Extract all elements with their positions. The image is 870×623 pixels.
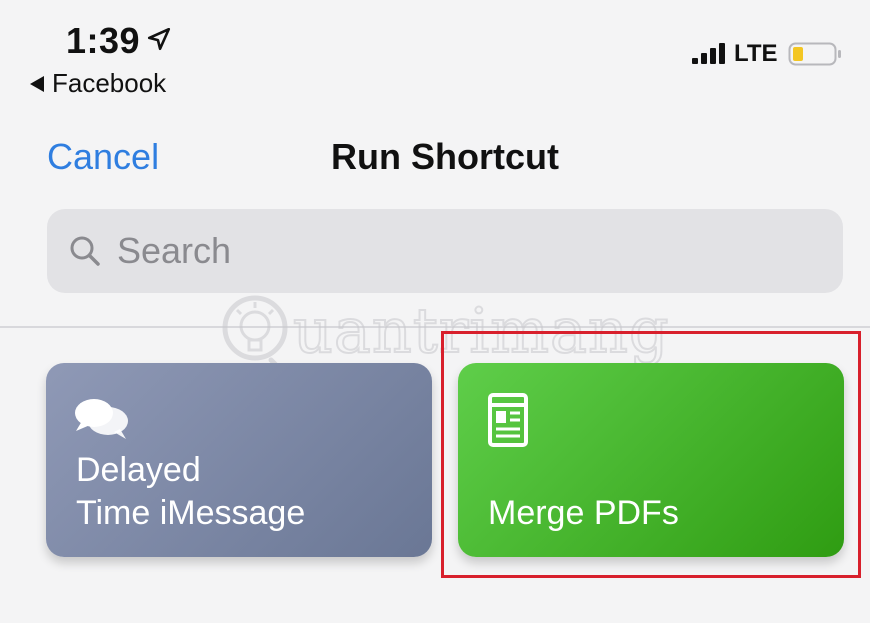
navigation-bar: Cancel Run Shortcut	[0, 120, 870, 196]
shortcut-card-merge-pdfs[interactable]: Merge PDFs	[458, 363, 844, 557]
search-input[interactable]	[117, 230, 767, 272]
shortcut-label-line-2: Time iMessage	[76, 494, 306, 532]
location-arrow-icon	[147, 27, 171, 51]
cellular-signal-icon	[692, 43, 725, 64]
status-time: 1:39	[66, 20, 141, 61]
back-triangle-icon	[30, 75, 44, 92]
page-title: Run Shortcut	[331, 136, 559, 177]
search-bar[interactable]	[47, 209, 843, 293]
network-type: LTE	[734, 40, 778, 67]
shortcut-label: Merge PDFs	[488, 494, 679, 532]
shortcut-card-delayed-imessage[interactable]: Delayed Time iMessage	[46, 363, 432, 557]
watermark-text: uantrimang	[292, 293, 670, 368]
battery-icon	[788, 42, 841, 66]
shortcut-label-line-1: Delayed	[76, 451, 201, 489]
shortcut-label: Delayed Time iMessage	[76, 449, 416, 535]
document-icon	[488, 393, 528, 447]
back-app-label: Facebook	[52, 68, 167, 98]
back-to-app-link[interactable]: Facebook	[30, 68, 166, 99]
status-bar: 1:39 Facebook LTE	[0, 0, 870, 110]
search-icon	[70, 236, 100, 266]
right-status-group: LTE	[690, 40, 844, 68]
divider	[0, 326, 870, 328]
chat-bubbles-icon	[75, 399, 128, 439]
